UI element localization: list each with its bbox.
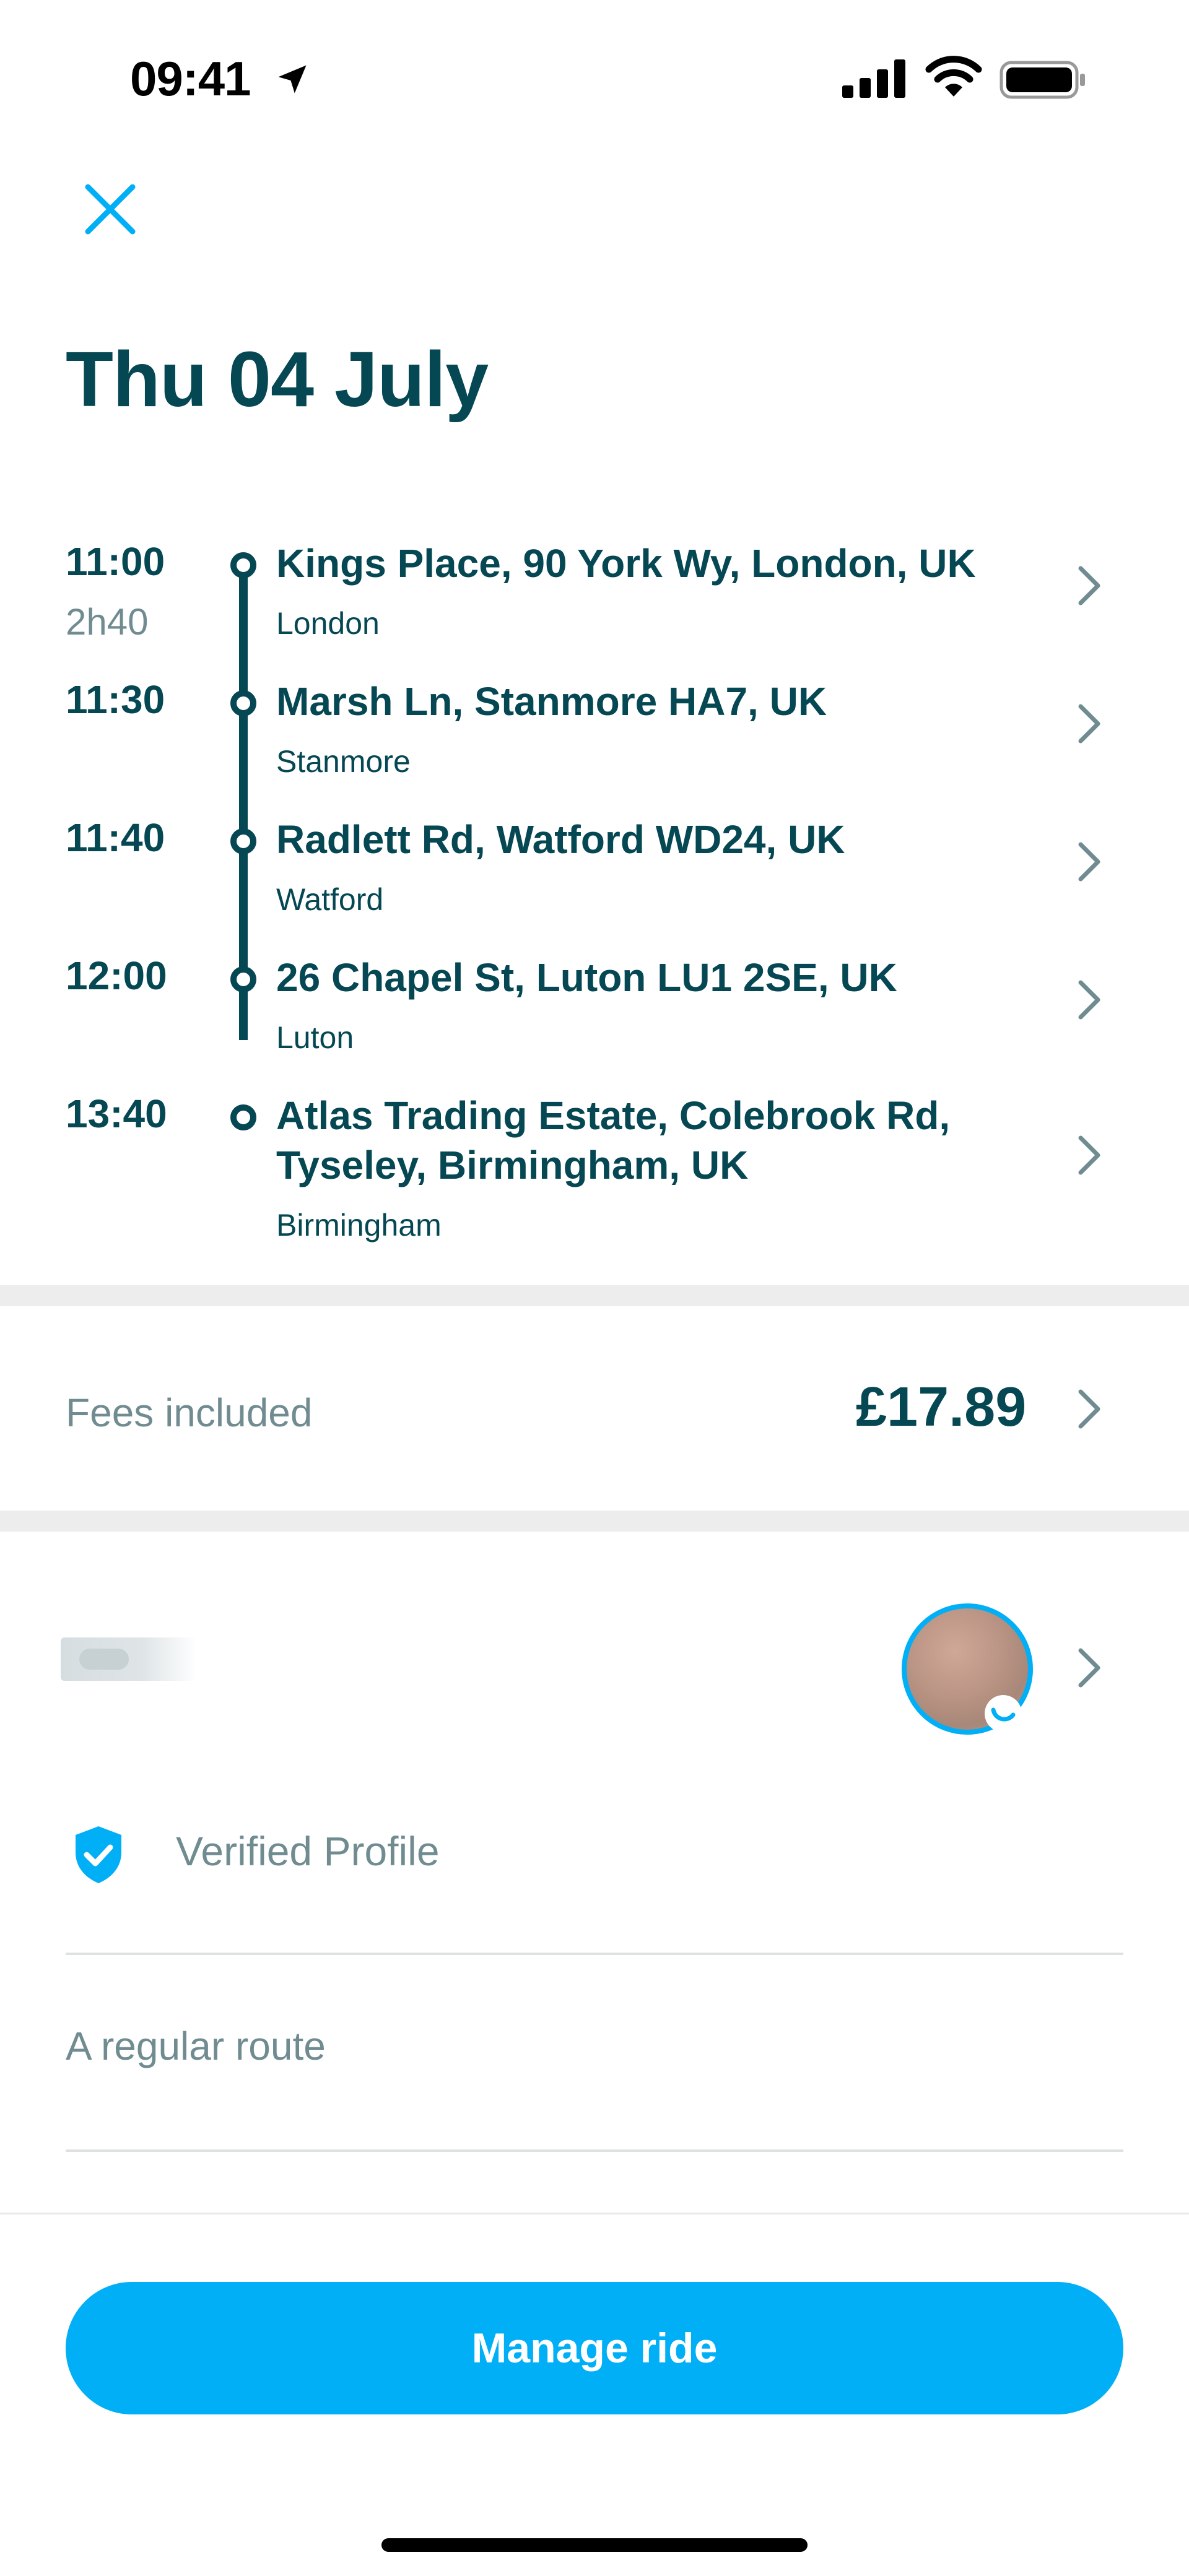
stop-dot: [230, 828, 256, 854]
chevron-right-icon: [1078, 1389, 1100, 1429]
divider: [66, 2149, 1123, 2152]
ride-date-title: Thu 04 July: [66, 336, 489, 423]
manage-ride-button[interactable]: Manage ride: [66, 2282, 1123, 2414]
price-value: £17.89: [856, 1376, 1027, 1438]
stop-city: Watford: [276, 882, 384, 917]
stop-city: Birmingham: [276, 1208, 442, 1242]
driver-name-redacted: [61, 1637, 197, 1681]
home-indicator: [381, 2538, 808, 2552]
verified-profile-row: Verified Profile: [0, 1795, 1189, 1919]
section-separator: [0, 1285, 1189, 1306]
cellular-signal-icon: [842, 59, 905, 98]
battery-icon: [1000, 61, 1085, 99]
verified-profile-label: Verified Profile: [176, 1828, 440, 1874]
itinerary-stop[interactable]: 13:40 Atlas Trading Estate, Colebrook Rd…: [0, 1091, 1189, 1252]
stop-address: 26 Chapel St, Luton LU1 2SE, UK: [276, 955, 897, 1000]
stop-address: Radlett Rd, Watford WD24, UK: [276, 817, 845, 862]
stop-dot: [230, 1104, 256, 1130]
section-separator: [0, 1511, 1189, 1532]
stop-time: 11:30: [66, 677, 165, 722]
wifi-icon: [925, 56, 982, 97]
chevron-right-icon: [1078, 842, 1100, 882]
price-row[interactable]: Fees included £17.89: [0, 1306, 1189, 1511]
itinerary-stop[interactable]: 12:00 26 Chapel St, Luton LU1 2SE, UK Lu…: [0, 953, 1189, 1077]
stop-time: 11:40: [66, 815, 165, 860]
regular-route-label: A regular route: [66, 2024, 326, 2068]
stop-city: Luton: [276, 1020, 354, 1055]
bottom-bar-border: [0, 2213, 1189, 2214]
driver-profile-row[interactable]: [0, 1560, 1189, 1771]
stop-dot: [230, 966, 256, 992]
verified-shield-icon: [76, 1826, 121, 1883]
chevron-right-icon: [1078, 704, 1100, 744]
stop-city: London: [276, 606, 380, 641]
itinerary-stop[interactable]: 11:30 Marsh Ln, Stanmore HA7, UK Stanmor…: [0, 677, 1189, 800]
stop-address: Kings Place, 90 York Wy, London, UK: [276, 541, 976, 586]
close-icon: [85, 184, 136, 235]
status-bar: 09:41: [0, 0, 1189, 155]
itinerary-stop[interactable]: 11:40 Radlett Rd, Watford WD24, UK Watfo…: [0, 815, 1189, 939]
stop-time: 11:00: [66, 539, 165, 584]
chevron-right-icon: [1078, 1648, 1100, 1688]
verified-badge-icon: [985, 1695, 1022, 1732]
stop-dot: [230, 690, 256, 716]
stop-time: 13:40: [66, 1091, 167, 1136]
stop-address: Atlas Trading Estate, Colebrook Rd, Tyse…: [276, 1093, 951, 1187]
itinerary: 11:00 2h40 Kings Place, 90 York Wy, Lond…: [0, 539, 1189, 1281]
chevron-right-icon: [1078, 566, 1100, 605]
trip-duration: 2h40: [66, 601, 149, 643]
chevron-right-icon: [1078, 1135, 1100, 1175]
fees-label: Fees included: [66, 1390, 313, 1435]
stop-city: Stanmore: [276, 744, 411, 779]
close-button[interactable]: [81, 180, 140, 239]
status-time: 09:41: [130, 51, 251, 106]
location-arrow-icon: [278, 65, 307, 93]
ride-details-screen: 09:41 Thu 04 July 11:00 2h40 Kings Place…: [0, 0, 1189, 2576]
divider: [66, 1953, 1123, 1955]
itinerary-stop[interactable]: 11:00 2h40 Kings Place, 90 York Wy, Lond…: [0, 539, 1189, 669]
chevron-right-icon: [1078, 980, 1100, 1020]
stop-time: 12:00: [66, 953, 167, 998]
stop-address: Marsh Ln, Stanmore HA7, UK: [276, 679, 827, 724]
stop-dot: [230, 552, 256, 578]
